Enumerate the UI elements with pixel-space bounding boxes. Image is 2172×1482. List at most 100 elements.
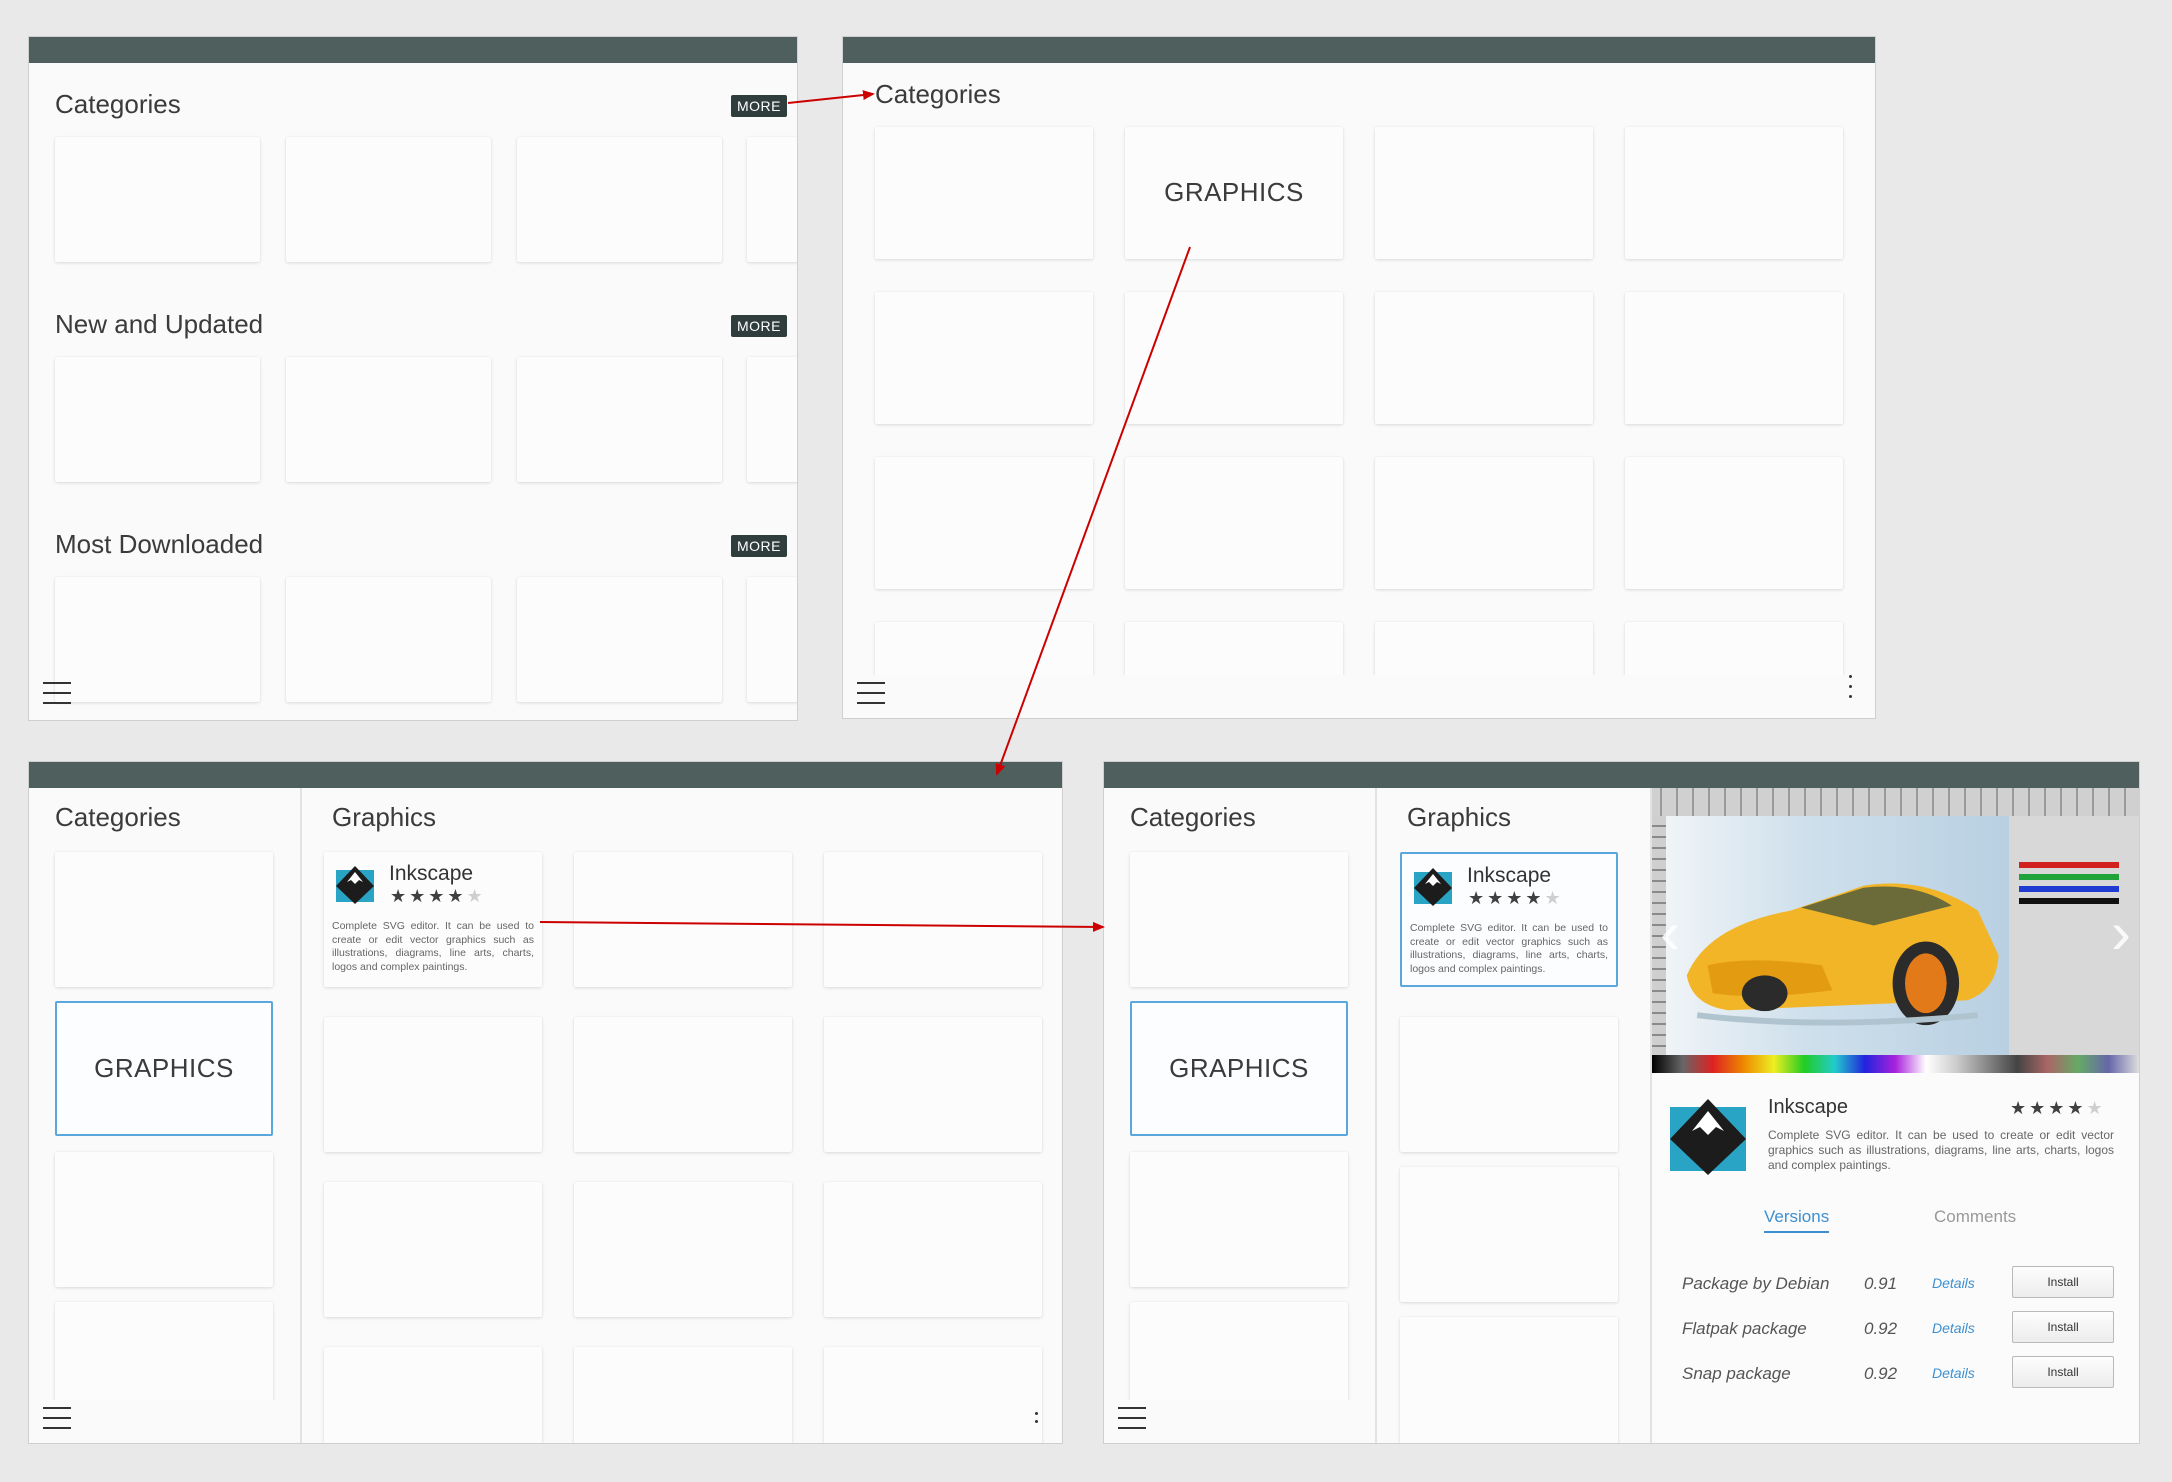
app-card[interactable] bbox=[1400, 1017, 1618, 1152]
category-card[interactable] bbox=[1125, 457, 1343, 589]
main-title: Graphics bbox=[1407, 802, 1512, 832]
details-link[interactable]: Details bbox=[1932, 1320, 1975, 1336]
details-link[interactable]: Details bbox=[1932, 1275, 1975, 1291]
category-card[interactable] bbox=[1125, 292, 1343, 424]
category-card-graphics-selected[interactable]: GRAPHICS bbox=[55, 1001, 273, 1136]
app-description: Complete SVG editor. It can be used to c… bbox=[332, 920, 534, 973]
kebab-menu-icon[interactable] bbox=[1035, 1412, 1039, 1430]
app-card[interactable] bbox=[324, 1347, 542, 1443]
category-card-graphics[interactable]: GRAPHICS bbox=[1125, 127, 1343, 259]
app-card[interactable] bbox=[1400, 1317, 1618, 1443]
install-button[interactable]: Install bbox=[2012, 1311, 2114, 1343]
chevron-left-icon[interactable]: ‹ bbox=[1660, 903, 1680, 963]
window-titlebar bbox=[29, 762, 1062, 788]
category-card[interactable] bbox=[1625, 457, 1843, 589]
details-link[interactable]: Details bbox=[1932, 1365, 1975, 1381]
app-card[interactable] bbox=[324, 1017, 542, 1152]
category-card[interactable] bbox=[1625, 127, 1843, 259]
window-titlebar bbox=[29, 37, 797, 63]
categories-more-button[interactable]: MORE bbox=[731, 95, 787, 117]
app-card[interactable] bbox=[517, 357, 722, 482]
tab-versions[interactable]: Versions bbox=[1764, 1207, 1830, 1233]
app-card[interactable] bbox=[574, 1182, 792, 1317]
category-card[interactable] bbox=[1625, 292, 1843, 424]
app-card[interactable] bbox=[1400, 1167, 1618, 1302]
app-card[interactable] bbox=[574, 1017, 792, 1152]
category-card[interactable] bbox=[1375, 457, 1593, 589]
window-titlebar bbox=[843, 37, 1875, 63]
category-card-graphics-selected[interactable]: GRAPHICS bbox=[1130, 1001, 1348, 1136]
window-titlebar bbox=[1104, 762, 2139, 788]
inkscape-app-icon bbox=[1414, 868, 1452, 906]
app-card-inkscape[interactable]: Inkscape ★★★★★ Complete SVG editor. It c… bbox=[324, 852, 542, 987]
screenshot-canvas bbox=[1666, 816, 2009, 1055]
category-card[interactable] bbox=[55, 137, 260, 262]
category-card[interactable] bbox=[1130, 1152, 1348, 1287]
hamburger-menu-icon[interactable] bbox=[857, 682, 885, 706]
column-divider bbox=[300, 788, 302, 1443]
app-card[interactable] bbox=[574, 1347, 792, 1443]
screenshot-palette bbox=[1652, 1055, 2139, 1073]
category-card[interactable] bbox=[1130, 852, 1348, 987]
app-card[interactable] bbox=[286, 577, 491, 702]
package-version: 0.92 bbox=[1864, 1364, 1898, 1383]
install-button[interactable]: Install bbox=[2012, 1356, 2114, 1388]
category-card[interactable] bbox=[55, 852, 273, 987]
category-card[interactable] bbox=[1375, 127, 1593, 259]
hamburger-menu-icon[interactable] bbox=[43, 682, 71, 706]
hamburger-menu-icon[interactable] bbox=[1118, 1407, 1146, 1431]
app-card[interactable] bbox=[574, 852, 792, 987]
package-name: Flatpak package bbox=[1682, 1319, 1807, 1338]
screenshot-toolbar bbox=[1652, 788, 2139, 816]
category-card[interactable] bbox=[875, 127, 1093, 259]
section-title-new-and-updated: New and Updated bbox=[55, 309, 264, 339]
category-label: GRAPHICS bbox=[94, 1053, 234, 1083]
app-rating-stars: ★★★★★ bbox=[390, 886, 486, 906]
app-card[interactable] bbox=[286, 357, 491, 482]
sidebar-title: Categories bbox=[55, 802, 181, 832]
app-card[interactable] bbox=[517, 577, 722, 702]
app-rating-stars: ★★★★★ bbox=[1468, 888, 1564, 908]
app-name: Inkscape bbox=[1467, 864, 1552, 887]
category-card[interactable] bbox=[747, 137, 797, 262]
tab-comments[interactable]: Comments bbox=[1934, 1207, 2016, 1227]
app-card[interactable] bbox=[324, 1182, 542, 1317]
app-name: Inkscape bbox=[389, 862, 474, 885]
hamburger-menu-icon[interactable] bbox=[43, 1407, 71, 1431]
app-card[interactable] bbox=[747, 577, 797, 702]
most-downloaded-more-button[interactable]: MORE bbox=[731, 535, 787, 557]
app-card[interactable] bbox=[824, 1182, 1042, 1317]
version-row: Snap package 0.92 Details Install bbox=[1682, 1356, 2119, 1390]
section-title-most-downloaded: Most Downloaded bbox=[55, 529, 264, 559]
sidebar-title: Categories bbox=[1130, 802, 1256, 832]
panel-graphics: Categories GRAPHICS Graphics Inkscape ★★… bbox=[28, 761, 1063, 1444]
car-illustration bbox=[1686, 883, 1999, 1026]
app-detail-pane: ‹ › Inkscape ★★★★★ Complete SVG editor. … bbox=[1652, 788, 2139, 1443]
main-title: Graphics bbox=[332, 802, 437, 832]
category-card[interactable] bbox=[286, 137, 491, 262]
kebab-menu-icon[interactable] bbox=[1849, 675, 1853, 705]
category-card[interactable] bbox=[517, 137, 722, 262]
app-card[interactable] bbox=[747, 357, 797, 482]
panel-categories: Categories GRAPHICS bbox=[842, 36, 1876, 719]
package-name: Package by Debian bbox=[1682, 1274, 1830, 1293]
page-title: Categories bbox=[875, 79, 1001, 109]
category-card[interactable] bbox=[55, 1152, 273, 1287]
install-button[interactable]: Install bbox=[2012, 1266, 2114, 1298]
app-card-inkscape-selected[interactable]: Inkscape ★★★★★ Complete SVG editor. It c… bbox=[1400, 852, 1618, 987]
app-card[interactable] bbox=[55, 357, 260, 482]
app-card[interactable] bbox=[55, 577, 260, 702]
category-card[interactable] bbox=[875, 292, 1093, 424]
new-and-updated-more-button[interactable]: MORE bbox=[731, 315, 787, 337]
chevron-right-icon[interactable]: › bbox=[2111, 903, 2131, 963]
package-version: 0.91 bbox=[1864, 1274, 1898, 1293]
panel-app-detail: Categories GRAPHICS Graphics Inkscape ★★… bbox=[1103, 761, 2140, 1444]
detail-description: Complete SVG editor. It can be used to c… bbox=[1768, 1128, 2114, 1172]
app-card[interactable] bbox=[824, 1017, 1042, 1152]
app-card[interactable] bbox=[824, 1347, 1042, 1443]
app-card[interactable] bbox=[824, 852, 1042, 987]
category-card[interactable] bbox=[875, 457, 1093, 589]
category-label: GRAPHICS bbox=[1164, 177, 1304, 207]
category-card[interactable] bbox=[1375, 292, 1593, 424]
category-label: GRAPHICS bbox=[1169, 1053, 1309, 1083]
